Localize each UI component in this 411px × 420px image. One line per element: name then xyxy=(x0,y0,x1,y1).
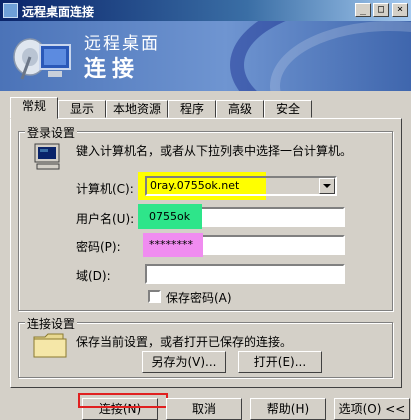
help-button[interactable]: 帮助(H) xyxy=(250,398,326,420)
tab-local-resources[interactable]: 本地资源 xyxy=(106,100,168,118)
computer-combobox[interactable]: 0ray.0755ok.net xyxy=(145,176,337,196)
login-settings-label: 登录设置 xyxy=(25,124,78,141)
tab-advanced[interactable]: 高级 xyxy=(216,100,264,118)
domain-label: 域(D): xyxy=(76,269,111,283)
open-button[interactable]: 打开(E)... xyxy=(238,351,322,373)
minimize-button[interactable]: _ xyxy=(355,3,371,17)
username-value: 0755ok xyxy=(149,210,191,223)
folder-icon xyxy=(33,333,67,358)
save-as-button[interactable]: 另存为(V)... xyxy=(142,351,226,373)
highlight-box xyxy=(78,393,168,408)
save-password-label: 保存密码(A) xyxy=(166,291,232,305)
header-banner: 远程桌面 连接 xyxy=(0,21,411,91)
cancel-button[interactable]: 取消 xyxy=(166,398,242,420)
tab-security[interactable]: 安全 xyxy=(264,100,312,118)
chevron-down-icon[interactable] xyxy=(319,178,335,194)
password-value: ******** xyxy=(149,238,193,251)
options-button[interactable]: 选项(O) << xyxy=(334,398,410,420)
tab-general[interactable]: 常规 xyxy=(10,97,58,119)
domain-field[interactable] xyxy=(145,264,345,284)
save-password-checkbox[interactable] xyxy=(148,290,161,303)
computer-value: 0ray.0755ok.net xyxy=(150,179,240,192)
login-instruction-text: 键入计算机名，或者从下拉列表中选择一台计算机。 xyxy=(76,144,353,158)
connection-settings-label: 连接设置 xyxy=(25,315,78,332)
connection-settings-text: 保存当前设置，或者打开已保存的连接。 xyxy=(76,335,293,349)
title-bar: 远程桌面连接 _ □ × xyxy=(0,0,411,21)
close-button[interactable]: × xyxy=(392,3,408,17)
general-tab-panel: 登录设置 键入计算机名，或者从下拉列表中选择一台计算机。 计算机(C): 0ra… xyxy=(10,118,402,388)
login-settings-group: 登录设置 键入计算机名，或者从下拉列表中选择一台计算机。 计算机(C): 0ra… xyxy=(18,124,393,311)
username-label: 用户名(U): xyxy=(76,212,135,226)
tab-display[interactable]: 显示 xyxy=(58,100,106,118)
computer-label: 计算机(C): xyxy=(76,182,134,196)
tab-programs[interactable]: 程序 xyxy=(168,100,216,118)
maximize-button[interactable]: □ xyxy=(373,3,389,17)
password-label: 密码(P): xyxy=(76,240,121,254)
window-title: 远程桌面连接 xyxy=(22,5,95,19)
computer-icon xyxy=(34,143,60,170)
banner-title-line2: 连接 xyxy=(84,57,141,82)
remote-desktop-app-icon xyxy=(3,3,18,18)
remote-desktop-logo-icon xyxy=(13,38,71,80)
